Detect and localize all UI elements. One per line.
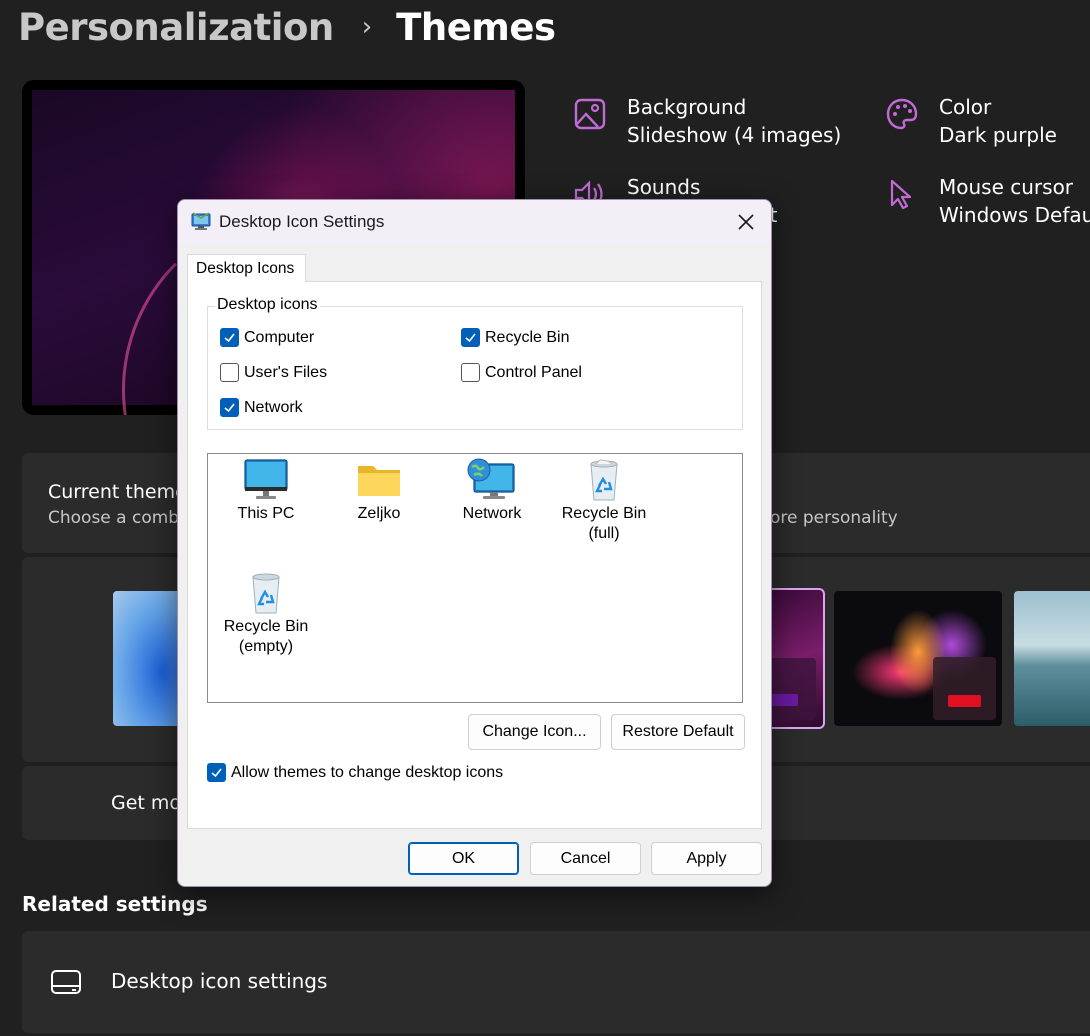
checkbox-recycle-bin-label: Recycle Bin [485, 328, 570, 346]
breadcrumb: Personalization › Themes [18, 2, 556, 52]
theme-tile-captured-motion[interactable] [1014, 591, 1090, 726]
ok-button[interactable]: OK [408, 842, 519, 875]
theme-accent-bar [948, 695, 981, 707]
change-icon-button[interactable]: Change Icon... [468, 714, 601, 750]
chevron-right-icon: › [361, 12, 373, 42]
get-more-themes-label: Get mo [111, 792, 182, 814]
checkbox-control-panel[interactable]: Control Panel [461, 363, 582, 382]
desktop-icons-group: Desktop icons Computer Recycle Bin User'… [207, 296, 743, 430]
theme-color-chip [768, 658, 816, 720]
theme-tile-windows-light[interactable] [113, 591, 183, 726]
desktop-icon-list: This PC Zeljko Network Recycle Bin (full… [207, 453, 743, 703]
folder-icon [358, 466, 400, 496]
desktop-icon [51, 970, 81, 994]
desktop-icons-tab-panel: Desktop icons Computer Recycle Bin User'… [187, 281, 762, 829]
color-label: Color [939, 95, 992, 119]
icon-item-user-folder[interactable]: Zeljko [321, 458, 437, 524]
checkbox-checked-icon [220, 398, 239, 417]
theme-tile-selected[interactable] [768, 588, 825, 729]
icon-caption-network: Network [462, 505, 522, 522]
tab-desktop-icons[interactable]: Desktop Icons [187, 254, 306, 282]
icon-item-this-pc[interactable]: This PC [208, 458, 324, 524]
checkbox-checked-icon [207, 763, 226, 782]
recycle-bin-full-icon [590, 459, 618, 501]
theme-color-chip [933, 657, 996, 720]
icon-caption-user-folder: Zeljko [357, 505, 401, 522]
palette-icon [886, 98, 918, 130]
mouse-cursor-setting[interactable]: Mouse cursor Windows Defaul [885, 173, 1090, 229]
background-value: Slideshow (4 images) [627, 123, 842, 147]
checkbox-users-files-label: User's Files [244, 363, 328, 381]
checkbox-unchecked-icon [461, 363, 480, 382]
icon-item-network[interactable]: Network [434, 458, 550, 524]
checkbox-network[interactable]: Network [220, 398, 303, 417]
recycle-bin-empty-icon [252, 573, 280, 614]
desktop-icons-group-label: Desktop icons [215, 296, 320, 314]
desktop-icon-settings-label: Desktop icon settings [111, 969, 328, 993]
dialog-title-bar[interactable]: Desktop Icon Settings [178, 200, 771, 244]
apply-button[interactable]: Apply [651, 842, 762, 875]
checkbox-users-files[interactable]: User's Files [220, 363, 327, 382]
mouse-cursor-value: Windows Defaul [939, 203, 1090, 227]
monitor-icon [244, 459, 288, 499]
color-setting[interactable]: Color Dark purple [885, 93, 1057, 149]
related-settings-heading: Related settings [22, 892, 208, 916]
close-button[interactable] [721, 200, 771, 244]
mouse-cursor-label: Mouse cursor [939, 175, 1074, 199]
icon-item-recycle-bin-full[interactable]: Recycle Bin (full) [546, 458, 662, 544]
checkbox-unchecked-icon [220, 363, 239, 382]
theme-accent-bar [768, 694, 798, 706]
checkbox-computer[interactable]: Computer [220, 328, 314, 347]
checkbox-recycle-bin[interactable]: Recycle Bin [461, 328, 569, 347]
background-setting[interactable]: Background Slideshow (4 images) [573, 93, 841, 149]
network-icon [467, 458, 515, 499]
image-icon [574, 98, 606, 130]
current-theme-title: Current theme [48, 481, 187, 503]
current-theme-subtitle-tail: ore personality [770, 508, 898, 528]
desktop-settings-app-icon [191, 212, 211, 230]
desktop-icon-settings-dialog: Desktop Icon Settings Desktop Icons Desk… [177, 199, 772, 887]
color-value: Dark purple [939, 123, 1057, 147]
restore-default-button[interactable]: Restore Default [611, 714, 745, 750]
allow-themes-label: Allow themes to change desktop icons [231, 763, 504, 781]
close-icon [738, 214, 754, 230]
checkbox-control-panel-label: Control Panel [485, 363, 582, 381]
desktop-icon-settings-link[interactable]: Desktop icon settings [22, 931, 1090, 1033]
checkbox-checked-icon [461, 328, 480, 347]
mouse-pointer-icon [890, 179, 912, 210]
page-title: Themes [396, 5, 556, 49]
icon-caption-recycle-bin-empty: Recycle Bin (empty) [223, 618, 309, 655]
checkbox-computer-label: Computer [244, 328, 315, 346]
dialog-title: Desktop Icon Settings [219, 212, 385, 231]
icon-item-recycle-bin-empty[interactable]: Recycle Bin (empty) [208, 571, 324, 657]
checkbox-checked-icon [220, 328, 239, 347]
background-label: Background [627, 95, 747, 119]
icon-caption-this-pc: This PC [237, 505, 295, 522]
breadcrumb-personalization[interactable]: Personalization [18, 6, 334, 49]
cancel-button[interactable]: Cancel [530, 842, 641, 875]
current-theme-subtitle: Choose a combi [48, 508, 184, 528]
sounds-label: Sounds [627, 175, 701, 199]
icon-caption-recycle-bin-full: Recycle Bin (full) [561, 505, 647, 542]
theme-tile-glow[interactable] [834, 591, 1002, 726]
allow-themes-checkbox[interactable]: Allow themes to change desktop icons [207, 763, 503, 782]
checkbox-network-label: Network [244, 398, 303, 416]
